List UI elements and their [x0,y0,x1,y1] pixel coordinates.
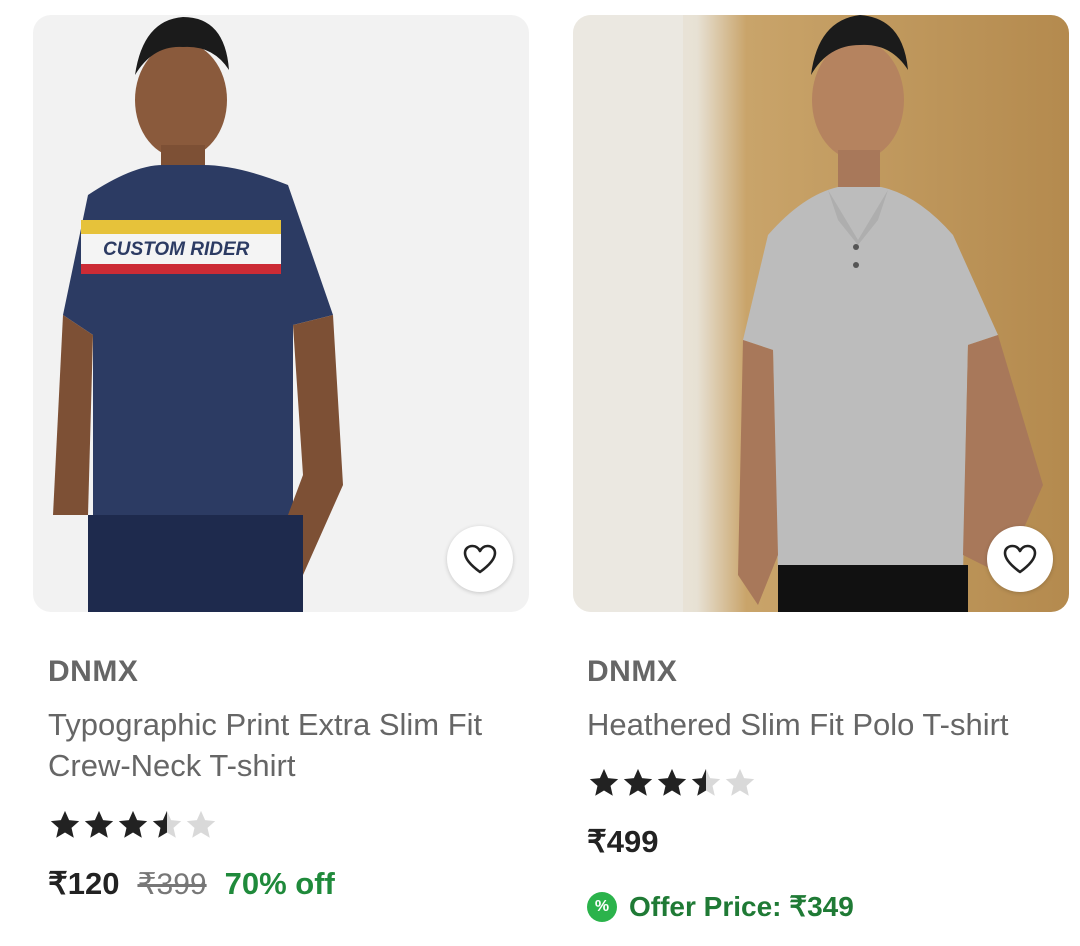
product-image-1[interactable]: CUSTOM RIDER [33,15,529,612]
star-half-icon [152,810,182,838]
star-empty-icon [186,810,216,838]
product-image-2[interactable] [573,15,1069,612]
original-price: ₹399 [137,868,207,901]
wishlist-button[interactable] [987,526,1053,592]
wishlist-button[interactable] [447,526,513,592]
heart-outline-icon [463,544,497,574]
star-filled-icon [84,810,114,838]
star-filled-icon [50,810,80,838]
product-brand: DNMX [48,655,139,688]
product-card-1[interactable]: CUSTOM RIDER [33,15,529,612]
heart-outline-icon [1003,544,1037,574]
star-filled-icon [118,810,148,838]
offer-price-row: % Offer Price: ₹349 [587,890,854,923]
product-title[interactable]: Typographic Print Extra Slim Fit Crew-Ne… [48,704,518,786]
sale-price: ₹120 [48,866,120,901]
offer-price-text: Offer Price: ₹349 [629,891,854,922]
price-row: ₹120 ₹399 70% off [48,866,335,902]
star-filled-icon [657,768,687,796]
star-rating [587,766,757,800]
star-filled-icon [589,768,619,796]
percent-badge-icon: % [587,891,617,922]
shirt-print-text: CUSTOM RIDER [103,239,250,260]
product-brand: DNMX [587,655,678,688]
star-rating [48,808,218,842]
product-card-2[interactable] [573,15,1069,612]
star-filled-icon [623,768,653,796]
star-empty-icon [725,768,755,796]
star-half-icon [691,768,721,796]
price-row: ₹499 [587,824,658,860]
product-title[interactable]: Heathered Slim Fit Polo T-shirt [587,704,1067,745]
sale-price: ₹499 [587,824,659,859]
discount-label: 70% off [224,866,335,901]
